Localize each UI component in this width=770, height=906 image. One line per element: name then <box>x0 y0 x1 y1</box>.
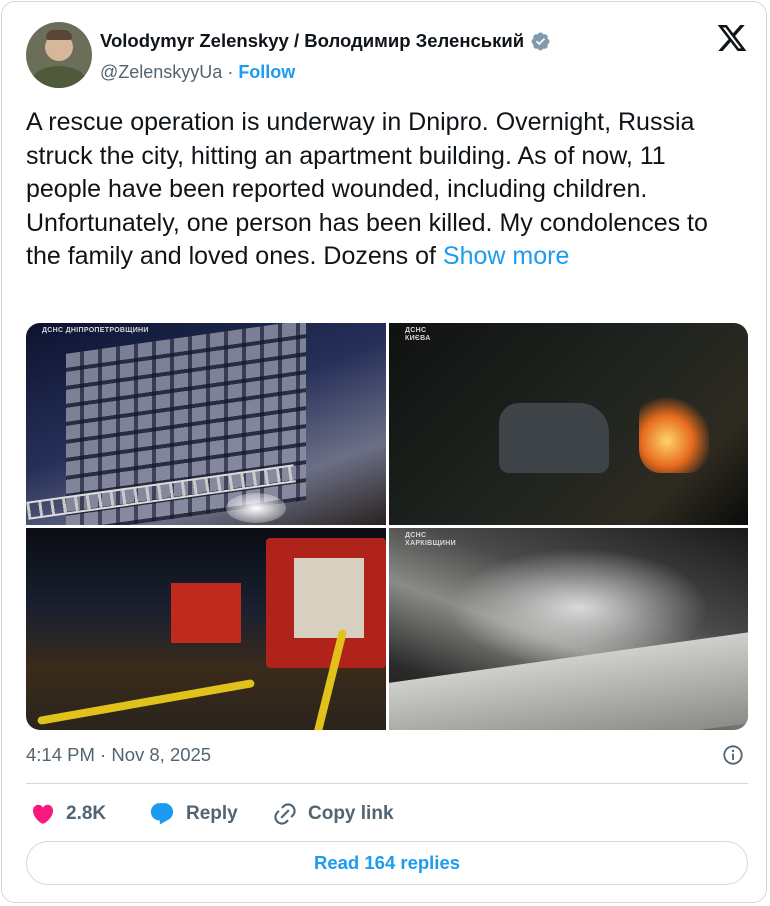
divider <box>26 783 748 784</box>
photo-fire-trucks[interactable] <box>26 528 386 730</box>
tweet-embed-card: Volodymyr Zelenskyy / Володимир Зеленськ… <box>1 1 767 903</box>
photo-watermark: ДСНС ДНІПРОПЕТРОВЩИНИ <box>42 327 149 334</box>
burnt-car-shape <box>499 403 609 473</box>
media-grid: ДСНС ДНІПРОПЕТРОВЩИНИ ДСНС КИЄВА ДСНС ХА… <box>26 323 748 730</box>
link-icon <box>274 803 296 825</box>
author-handle[interactable]: @ZelenskyyUa <box>100 62 222 82</box>
author-name-row[interactable]: Volodymyr Zelenskyy / Володимир Зеленськ… <box>100 30 551 52</box>
handle-separator: · <box>222 62 239 82</box>
read-replies-button[interactable]: Read 164 replies <box>26 841 748 885</box>
fire-hose <box>36 678 256 726</box>
copy-link-button[interactable]: Copy link <box>272 798 394 830</box>
author-display-name[interactable]: Volodymyr Zelenskyy / Володимир Зеленськ… <box>100 30 524 52</box>
photo-watermark: ДСНС КИЄВА <box>405 327 431 342</box>
author-handle-row: @ZelenskyyUa · Follow <box>100 62 295 83</box>
action-bar: 2.8K Reply Copy link <box>26 798 748 830</box>
photo-smoke-rubble[interactable]: ДСНС ХАРКІВЩИНИ <box>389 528 748 730</box>
reply-bubble-icon <box>150 803 174 825</box>
tweet-timestamp[interactable]: 4:14 PM · Nov 8, 2025 <box>26 744 211 766</box>
heart-icon <box>32 804 54 824</box>
follow-button[interactable]: Follow <box>238 62 295 82</box>
x-logo-icon[interactable] <box>716 22 748 54</box>
info-icon[interactable] <box>722 744 744 766</box>
avatar-hair <box>46 30 72 40</box>
fire-truck-small <box>171 583 241 643</box>
avatar-shirt <box>32 66 86 88</box>
like-button[interactable]: 2.8K <box>30 798 106 830</box>
photo-watermark: ДСНС ХАРКІВЩИНИ <box>405 532 456 547</box>
tweet-header: Volodymyr Zelenskyy / Володимир Зеленськ… <box>26 22 748 88</box>
photo-apartment-building[interactable]: ДСНС ДНІПРОПЕТРОВЩИНИ <box>26 323 386 525</box>
floodlight <box>226 493 286 523</box>
tweet-text: A rescue operation is underway in Dnipro… <box>26 106 746 274</box>
reply-button[interactable]: Reply <box>148 798 238 830</box>
show-more-link[interactable]: Show more <box>443 242 569 270</box>
like-count: 2.8K <box>66 803 107 824</box>
reply-label: Reply <box>186 803 238 824</box>
photo-burnt-car[interactable]: ДСНС КИЄВА <box>389 323 748 525</box>
truck-compartment <box>294 558 364 638</box>
verified-badge-icon <box>531 32 550 50</box>
copy-link-label: Copy link <box>308 803 394 824</box>
fire-glow <box>639 393 709 473</box>
author-avatar[interactable] <box>26 22 92 88</box>
tweet-body: A rescue operation is underway in Dnipro… <box>26 108 708 270</box>
